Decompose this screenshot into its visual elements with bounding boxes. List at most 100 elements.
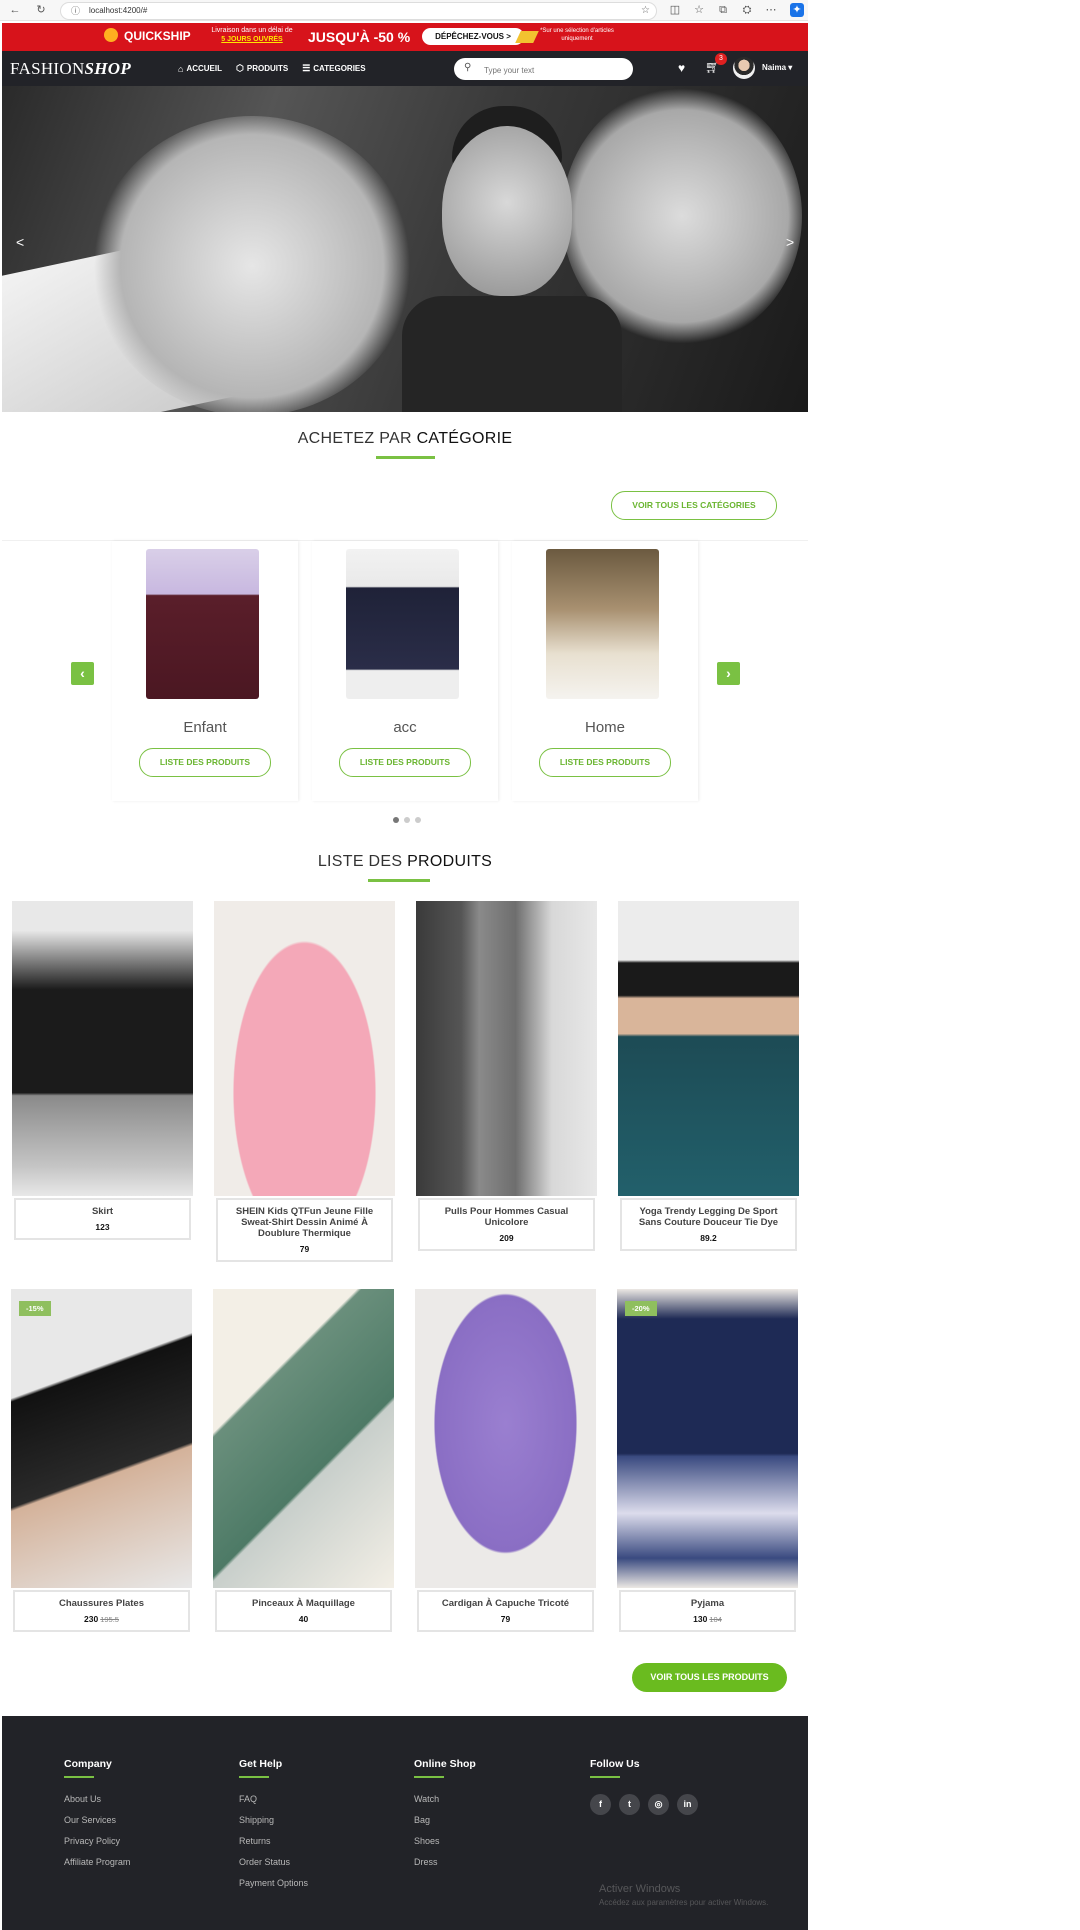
back-icon[interactable]: ← [8, 3, 22, 17]
promo-cta-button[interactable]: DÉPÊCHEZ-VOUS > [422, 28, 524, 45]
footer-heading-underline [239, 1776, 269, 1778]
product-name[interactable]: Cardigan À Capuche Tricoté [425, 1598, 586, 1609]
product-card[interactable]: SHEIN Kids QTFun Jeune Fille Sweat-Shirt… [214, 901, 395, 1262]
footer-link[interactable]: FAQ [239, 1794, 308, 1804]
product-card[interactable]: Yoga Trendy Legging De Sport Sans Coutur… [618, 901, 799, 1251]
footer-heading: Follow Us [590, 1758, 640, 1770]
collections-icon[interactable]: ⧉ [716, 3, 730, 17]
footer-heading-underline [64, 1776, 94, 1778]
product-image[interactable] [12, 901, 193, 1196]
view-all-products-button[interactable]: VOIR TOUS LES PRODUITS [632, 1663, 787, 1692]
nav-link-categories[interactable]: ☰ CATEGORIES [302, 63, 365, 74]
edge-copilot-icon[interactable]: ✦ [790, 3, 804, 17]
user-avatar[interactable] [733, 57, 755, 79]
footer-heading-underline [414, 1776, 444, 1778]
footer-link[interactable]: Payment Options [239, 1878, 308, 1888]
product-card[interactable]: -20% Pyjama 130 104 [617, 1289, 798, 1632]
product-image[interactable]: -15% [11, 1289, 192, 1588]
favorites-icon[interactable]: ☆ [692, 3, 706, 17]
split-screen-icon[interactable]: ◫ [668, 3, 682, 17]
category-prev-button[interactable]: ‹ [71, 662, 94, 685]
product-image[interactable] [213, 1289, 394, 1588]
product-name[interactable]: Pyjama [627, 1598, 788, 1609]
carousel-dot[interactable] [393, 817, 399, 823]
product-image[interactable] [416, 901, 597, 1196]
footer-link[interactable]: Our Services [64, 1815, 130, 1825]
product-info: Skirt 123 [14, 1198, 191, 1240]
footer-heading-underline [590, 1776, 620, 1778]
product-image[interactable] [214, 901, 395, 1196]
browser-toolbar: ← ↻ ⓘ localhost:4200/# ☆ ◫ ☆ ⧉ ⛭ ⋯ ✦ [0, 0, 808, 21]
category-card: acc LISTE DES PRODUITS [312, 541, 498, 801]
search-icon[interactable]: ⚲ [464, 62, 471, 73]
footer-heading: Company [64, 1758, 112, 1770]
footer-link[interactable]: Bag [414, 1815, 476, 1825]
product-info: Pyjama 130 104 [619, 1590, 796, 1632]
carousel-dot[interactable] [415, 817, 421, 823]
category-card: Home LISTE DES PRODUITS [512, 541, 698, 801]
site-logo[interactable]: FASHIONSHOP [10, 59, 131, 79]
product-name[interactable]: Pinceaux À Maquillage [223, 1598, 384, 1609]
view-all-categories-button[interactable]: VOIR TOUS LES CATÉGORIES [611, 491, 777, 520]
product-name[interactable]: Skirt [22, 1206, 183, 1217]
category-name: Home [584, 719, 625, 736]
address-bar[interactable]: ⓘ localhost:4200/# ☆ [60, 2, 657, 20]
list-icon: ☰ [302, 63, 311, 73]
hero-prev-arrow-icon[interactable]: < [16, 234, 24, 250]
nav-link-accueil[interactable]: ⌂ ACCUEIL [178, 64, 222, 74]
footer-link[interactable]: Watch [414, 1794, 476, 1804]
instagram-icon[interactable]: ◎ [648, 1794, 669, 1815]
category-products-button[interactable]: LISTE DES PRODUITS [539, 748, 671, 777]
footer-link[interactable]: Privacy Policy [64, 1836, 130, 1846]
carousel-dot[interactable] [404, 817, 410, 823]
twitter-icon[interactable]: t [619, 1794, 640, 1815]
linkedin-icon[interactable]: in [677, 1794, 698, 1815]
footer-link[interactable]: Order Status [239, 1857, 308, 1867]
footer-link[interactable]: Shipping [239, 1815, 308, 1825]
category-image[interactable] [146, 549, 259, 699]
more-menu-icon[interactable]: ⋯ [764, 3, 778, 17]
category-products-button[interactable]: LISTE DES PRODUITS [139, 748, 271, 777]
promo-banner[interactable]: QUICKSHIP Livraison dans un délai de 5 JO… [2, 23, 808, 51]
nav-link-produits[interactable]: ⬡ PRODUITS [236, 63, 288, 74]
product-info: Cardigan À Capuche Tricoté 79 [417, 1590, 594, 1632]
discount-badge: -15% [19, 1301, 51, 1316]
reload-icon[interactable]: ↻ [34, 3, 48, 17]
product-name[interactable]: Chaussures Plates [21, 1598, 182, 1609]
favorite-star-icon[interactable]: ☆ [641, 3, 650, 19]
footer-link[interactable]: Returns [239, 1836, 308, 1846]
product-image[interactable] [618, 901, 799, 1196]
discount-badge: -20% [625, 1301, 657, 1316]
product-image[interactable] [415, 1289, 596, 1588]
wishlist-heart-icon[interactable]: ♥ [678, 61, 685, 75]
category-image[interactable] [546, 549, 659, 699]
footer-link[interactable]: About Us [64, 1794, 130, 1804]
main-navbar: FASHIONSHOP ⌂ ACCUEIL ⬡ PRODUITS ☰ CATEGORI… [2, 51, 808, 86]
product-card[interactable]: Pinceaux À Maquillage 40 [213, 1289, 394, 1632]
category-name: acc [393, 719, 417, 736]
title-underline [368, 879, 430, 882]
footer-link[interactable]: Dress [414, 1857, 476, 1867]
category-products-button[interactable]: LISTE DES PRODUITS [339, 748, 471, 777]
product-card[interactable]: Skirt 123 [12, 901, 193, 1240]
category-image[interactable] [346, 549, 459, 699]
extension-icon[interactable]: ⛭ [740, 3, 754, 17]
footer-link[interactable]: Affiliate Program [64, 1857, 130, 1867]
cart-count-badge: 3 [715, 53, 727, 65]
product-name[interactable]: Yoga Trendy Legging De Sport Sans Coutur… [628, 1206, 789, 1228]
product-card[interactable]: -15% Chaussures Plates 230 195.5 [11, 1289, 192, 1632]
user-menu[interactable]: Naima ▾ [762, 63, 792, 72]
search-input[interactable] [482, 61, 626, 79]
product-image[interactable]: -20% [617, 1289, 798, 1588]
product-name[interactable]: SHEIN Kids QTFun Jeune Fille Sweat-Shirt… [224, 1206, 385, 1239]
footer-link[interactable]: Shoes [414, 1836, 476, 1846]
hero-next-arrow-icon[interactable]: > [786, 234, 794, 250]
facebook-icon[interactable]: f [590, 1794, 611, 1815]
product-name[interactable]: Pulls Pour Hommes Casual Unicolore [426, 1206, 587, 1228]
product-info: Pinceaux À Maquillage 40 [215, 1590, 392, 1632]
category-next-button[interactable]: › [717, 662, 740, 685]
product-price: 209 [499, 1233, 514, 1243]
footer-column-company: Company About Us Our Services Privacy Po… [64, 1758, 130, 1878]
product-card[interactable]: Pulls Pour Hommes Casual Unicolore 209 [416, 901, 597, 1251]
product-card[interactable]: Cardigan À Capuche Tricoté 79 [415, 1289, 596, 1632]
